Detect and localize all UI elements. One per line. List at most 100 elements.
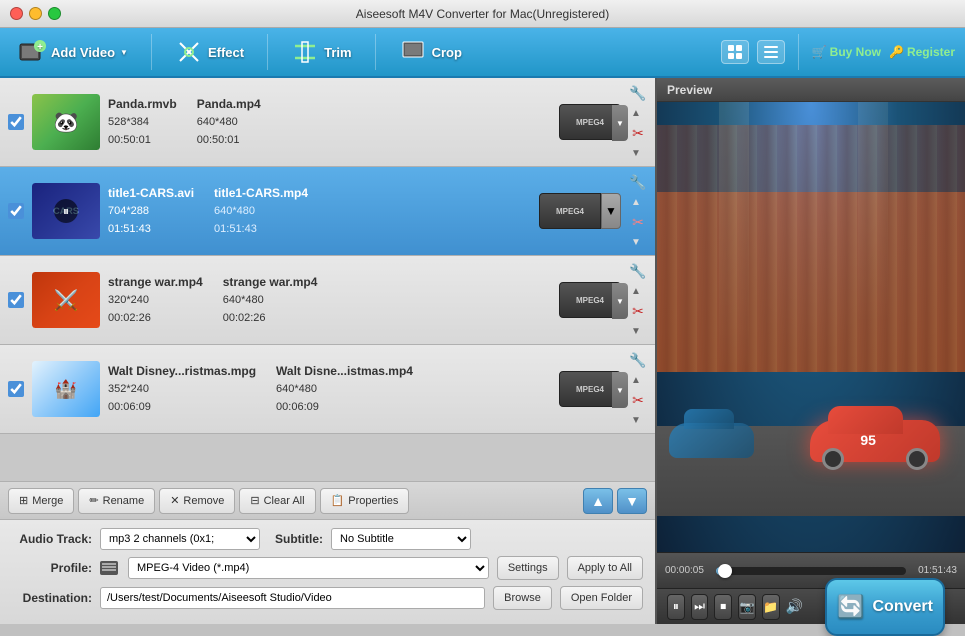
sort-down-3[interactable]: ▼: [629, 324, 643, 338]
open-folder-button[interactable]: Open Folder: [560, 586, 643, 610]
preview-label: Preview: [667, 83, 712, 97]
file-src-dur-2: 01:51:43: [108, 221, 194, 239]
file-format-3[interactable]: MPEG4 ▼: [559, 282, 621, 318]
format-dropdown-4[interactable]: ▼: [612, 372, 628, 408]
mcqueen-car: 95: [810, 397, 940, 462]
file-row[interactable]: ⚔️ strange war.mp4 320*240 00:02:26 stra…: [0, 256, 655, 345]
destination-row: Destination: Browse Open Folder: [12, 586, 643, 610]
file-format-4[interactable]: MPEG4 ▼: [559, 371, 621, 407]
close-button[interactable]: [10, 7, 23, 20]
delete-file-2[interactable]: ✂: [629, 213, 647, 231]
file-src-dur-3: 00:02:26: [108, 310, 203, 328]
format-dropdown-1[interactable]: ▼: [612, 105, 628, 141]
rename-button[interactable]: ✏ Rename: [78, 488, 155, 514]
file-src-name-4: Walt Disney...ristmas.mpg: [108, 362, 256, 381]
file-dst-dur-1: 00:50:01: [197, 132, 261, 150]
file-dst-name-4: Walt Disne...istmas.mp4: [276, 362, 413, 381]
file-format-1[interactable]: MPEG4 ▼: [559, 104, 621, 140]
merge-button[interactable]: ⊞ Merge: [8, 488, 74, 514]
convert-button[interactable]: 🔄 Convert: [825, 578, 945, 636]
screenshot-button[interactable]: 📷: [738, 594, 756, 620]
add-video-button[interactable]: + Add Video ▼: [10, 34, 136, 70]
grid-view-button[interactable]: [721, 40, 749, 64]
destination-label: Destination:: [12, 591, 92, 605]
audio-track-select[interactable]: mp3 2 channels (0x1;: [100, 528, 260, 550]
profile-row: Profile: MPEG-4 Video (*.mp4) Settings A…: [12, 556, 643, 580]
sort-up-2[interactable]: ▲: [629, 195, 643, 209]
settings-panel: Audio Track: mp3 2 channels (0x1; Subtit…: [0, 519, 655, 624]
destination-input[interactable]: [100, 587, 485, 609]
add-video-arrow[interactable]: ▼: [120, 48, 128, 57]
cars-scene: 95: [657, 102, 965, 552]
file-dst-res-1: 640*480: [197, 114, 261, 132]
toolbar-right: 🛒 Buy Now 🔑 Register: [721, 34, 955, 70]
trim-button[interactable]: Trim: [283, 34, 359, 70]
file-row[interactable]: 🏰 Walt Disney...ristmas.mpg 352*240 00:0…: [0, 345, 655, 434]
profile-label: Profile:: [12, 561, 92, 575]
effect-icon: [175, 38, 203, 66]
crop-label: Crop: [432, 45, 462, 60]
effect-button[interactable]: Effect: [167, 34, 252, 70]
file-src-res-3: 320*240: [108, 292, 203, 310]
list-view-button[interactable]: [757, 40, 785, 64]
bottom-toolbar: ⊞ Merge ✏ Rename ✕ Remove ⊟ Clear All 📋 …: [0, 481, 655, 519]
buy-now-link[interactable]: 🛒 Buy Now: [812, 45, 881, 59]
apply-to-all-button[interactable]: Apply to All: [567, 556, 643, 580]
sort-down-1[interactable]: ▼: [629, 146, 643, 160]
file-dst-dur-4: 00:06:09: [276, 399, 413, 417]
sort-down-4[interactable]: ▼: [629, 413, 643, 427]
format-dropdown-3[interactable]: ▼: [612, 283, 628, 319]
file-src-res-4: 352*240: [108, 381, 256, 399]
file-dst-res-3: 640*480: [223, 292, 318, 310]
file-row[interactable]: CARS ⏸ title1-CARS.avi 704*288 01:51:43 …: [0, 167, 655, 256]
crowd-detail: [657, 125, 965, 373]
edit-file-3[interactable]: 🔧: [629, 262, 647, 280]
window-controls[interactable]: [10, 7, 61, 20]
delete-file-4[interactable]: ✂: [629, 391, 647, 409]
file-thumbnail-2: CARS ⏸: [32, 183, 100, 239]
file-src-dur-4: 00:06:09: [108, 399, 256, 417]
profile-select[interactable]: MPEG-4 Video (*.mp4): [128, 557, 489, 579]
properties-button[interactable]: 📋 Properties: [320, 488, 410, 514]
edit-file-2[interactable]: 🔧: [629, 173, 647, 191]
file-checkbox-1[interactable]: [8, 114, 24, 130]
move-up-button[interactable]: ▲: [583, 488, 613, 514]
sort-up-4[interactable]: ▲: [629, 373, 643, 387]
second-car: [669, 423, 754, 471]
preview-video: 95: [657, 102, 965, 552]
sort-up-3[interactable]: ▲: [629, 284, 643, 298]
file-dst-name-2: title1-CARS.mp4: [214, 184, 308, 203]
right-panel: Preview 95: [655, 78, 965, 624]
progress-bar[interactable]: [716, 567, 906, 575]
file-checkbox-2[interactable]: [8, 203, 24, 219]
delete-file-1[interactable]: ✂: [629, 124, 647, 142]
stop-button[interactable]: ⏹: [714, 594, 732, 620]
subtitle-label: Subtitle:: [268, 532, 323, 546]
browse-button[interactable]: Browse: [493, 586, 552, 610]
file-list[interactable]: 🐼 Panda.rmvb 528*384 00:50:01 Panda.mp4 …: [0, 78, 655, 481]
progress-knob[interactable]: [718, 564, 732, 578]
sort-down-2[interactable]: ▼: [629, 235, 643, 249]
clear-all-button[interactable]: ⊟ Clear All: [239, 488, 315, 514]
folder-button[interactable]: 📁: [762, 594, 780, 620]
file-checkbox-4[interactable]: [8, 381, 24, 397]
fast-forward-button[interactable]: ⏭: [691, 594, 709, 620]
delete-file-3[interactable]: ✂: [629, 302, 647, 320]
edit-file-4[interactable]: 🔧: [629, 351, 647, 369]
file-format-2[interactable]: MPEG4: [539, 193, 601, 229]
minimize-button[interactable]: [29, 7, 42, 20]
file-row[interactable]: 🐼 Panda.rmvb 528*384 00:50:01 Panda.mp4 …: [0, 78, 655, 167]
file-checkbox-3[interactable]: [8, 292, 24, 308]
crop-button[interactable]: Crop: [391, 34, 470, 70]
subtitle-select[interactable]: No Subtitle: [331, 528, 471, 550]
maximize-button[interactable]: [48, 7, 61, 20]
format-dropdown-2[interactable]: ▼: [601, 193, 621, 229]
file-actions-4: 🔧 ▲ ✂ ▼: [629, 351, 647, 427]
register-link[interactable]: 🔑 Register: [889, 45, 955, 59]
settings-button[interactable]: Settings: [497, 556, 559, 580]
move-down-button[interactable]: ▼: [617, 488, 647, 514]
edit-file-1[interactable]: 🔧: [629, 84, 647, 102]
pause-button[interactable]: ⏸: [667, 594, 685, 620]
remove-button[interactable]: ✕ Remove: [159, 488, 235, 514]
sort-up-1[interactable]: ▲: [629, 106, 643, 120]
